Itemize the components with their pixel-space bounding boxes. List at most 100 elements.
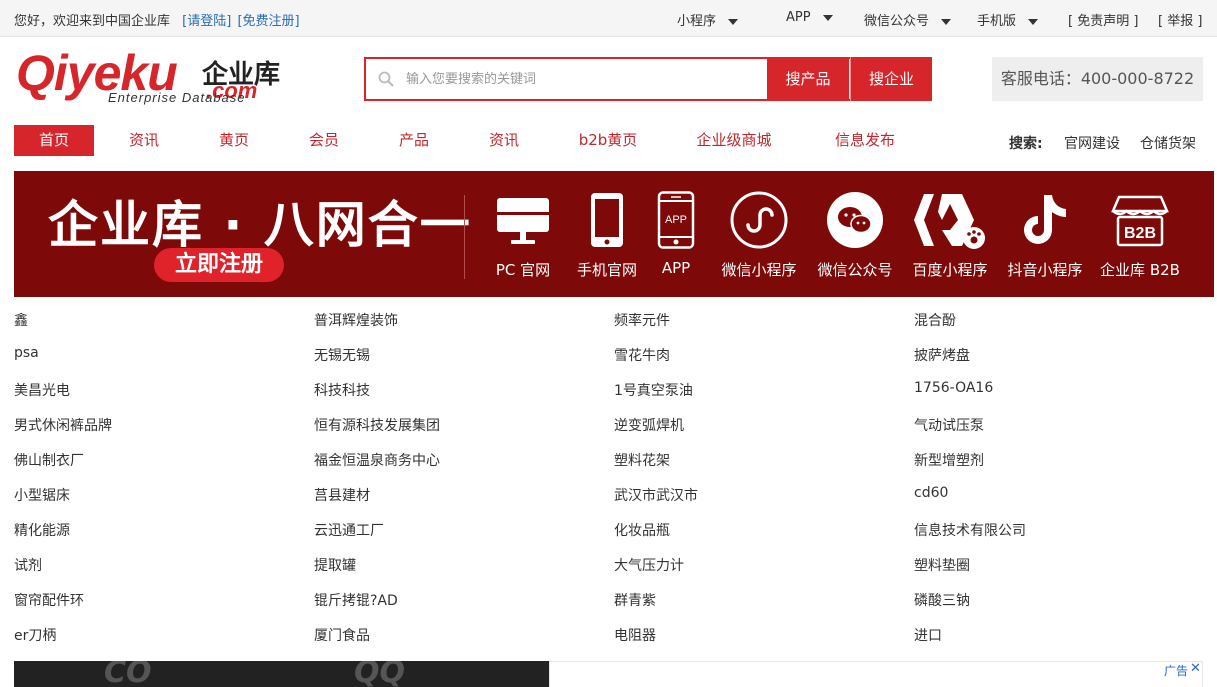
close-icon[interactable]: ✕ xyxy=(1190,661,1201,676)
ad-tag: 广告 xyxy=(1164,664,1189,678)
keyword-link[interactable]: 磷酸三钠 xyxy=(914,590,970,610)
login-link[interactable]: [请登陆] xyxy=(182,14,231,29)
keyword-link[interactable]: 逆变弧焊机 xyxy=(614,415,684,435)
keyword-link[interactable]: 普洱辉煌装饰 xyxy=(314,310,398,330)
keyword-link[interactable]: 雪花牛肉 xyxy=(614,345,670,365)
search-product-button[interactable]: 搜产品 xyxy=(767,57,849,101)
wechat-menu-label: 微信公众号 xyxy=(864,14,930,29)
keyword-link[interactable]: 试剂 xyxy=(14,555,42,575)
banner-register-button[interactable]: 立即注册 xyxy=(154,248,284,282)
keyword-link[interactable]: 莒县建材 xyxy=(314,485,370,505)
search-icon xyxy=(378,71,394,87)
keyword-link[interactable]: 武汉市武汉市 xyxy=(614,485,698,505)
keyword-link[interactable]: 频率元件 xyxy=(614,310,670,330)
banner-item-baidu-label: 百度小程序 xyxy=(912,261,988,279)
keyword-link[interactable]: 信息技术有限公司 xyxy=(914,520,1026,540)
keyword-link[interactable]: 化妆品瓶 xyxy=(614,520,670,540)
nav-item-news-2[interactable]: 资讯 xyxy=(464,125,544,156)
nav-item-home[interactable]: 首页 xyxy=(14,125,94,156)
banner-item-b2b[interactable]: B2B 企业库 B2B xyxy=(1095,189,1185,280)
nav-item-publish[interactable]: 信息发布 xyxy=(820,125,910,156)
welcome-text: 您好，欢迎来到中国企业库 [请登陆] [免费注册] xyxy=(14,10,300,29)
ad-watermark: QQ xyxy=(354,661,406,687)
keyword-link[interactable]: 进口 xyxy=(914,625,942,645)
keyword-link[interactable]: 无锡无锡 xyxy=(314,345,370,365)
keyword-link[interactable]: 小型锯床 xyxy=(14,485,70,505)
keyword-link[interactable]: 厦门食品 xyxy=(314,625,370,645)
nav-item-news[interactable]: 资讯 xyxy=(104,125,184,156)
keyword-link[interactable]: 提取罐 xyxy=(314,555,356,575)
search-input[interactable] xyxy=(406,67,756,91)
nav-item-products[interactable]: 产品 xyxy=(374,125,454,156)
miniprogram-menu-label: 小程序 xyxy=(677,14,717,29)
search-company-button[interactable]: 搜企业 xyxy=(850,57,932,101)
nav-item-enterprise-mall[interactable]: 企业级商城 xyxy=(684,125,784,156)
banner-item-douyin[interactable]: 抖音小程序 xyxy=(1000,189,1090,280)
banner-item-baidu[interactable]: 百度小程序 xyxy=(905,189,995,280)
monitor-icon xyxy=(497,198,549,244)
keyword-link[interactable]: 塑料花架 xyxy=(614,450,670,470)
svg-text:APP: APP xyxy=(665,214,687,226)
keyword-link[interactable]: 锟斤拷锟?AD xyxy=(314,590,398,610)
banner-item-wechat-label: 微信公众号 xyxy=(817,261,893,279)
register-link[interactable]: [免费注册] xyxy=(237,14,299,29)
service-phone: 客服电话：400-000-8722 xyxy=(992,57,1203,101)
keyword-link[interactable]: 鑫 xyxy=(14,310,28,330)
chevron-down-icon xyxy=(728,18,739,25)
douyin-icon xyxy=(1024,195,1066,244)
keyword-link[interactable]: er刀柄 xyxy=(14,625,56,645)
nav-link-website[interactable]: 官网建设 xyxy=(1064,133,1120,153)
svg-text:B2B: B2B xyxy=(1124,225,1156,242)
keyword-link[interactable]: 男式休闲裤品牌 xyxy=(14,415,112,435)
report-link[interactable]: [ 举报 ] xyxy=(1158,10,1202,29)
disclaimer-link[interactable]: [ 免责声明 ] xyxy=(1068,10,1138,29)
miniprogram-menu[interactable]: 小程序 xyxy=(677,10,739,29)
banner-headline: 企业库 · 八网合一 xyxy=(48,196,472,254)
banner-item-pc-label: PC 官网 xyxy=(495,261,551,279)
banner-item-app[interactable]: APP APP xyxy=(631,189,721,277)
keyword-link[interactable]: 科技科技 xyxy=(314,380,370,400)
site-logo[interactable]: Qiyeku 企业库 .com Enterprise Database xyxy=(16,45,288,108)
keyword-link[interactable]: 窗帘配件环 xyxy=(14,590,84,610)
keyword-link[interactable]: 美昌光电 xyxy=(14,380,70,400)
keyword-link[interactable]: 大气压力计 xyxy=(614,555,684,575)
keyword-link[interactable]: 福金恒温泉商务中心 xyxy=(314,450,440,470)
keyword-link[interactable]: psa xyxy=(14,345,39,361)
wechat-icon xyxy=(827,192,883,248)
keyword-link[interactable]: 气动试压泵 xyxy=(914,415,984,435)
wechat-menu[interactable]: 微信公众号 xyxy=(864,10,952,29)
app-menu[interactable]: APP xyxy=(786,10,833,25)
keyword-link[interactable]: 1756-OA16 xyxy=(914,380,993,396)
nav-search-label: 搜索: xyxy=(1009,133,1043,153)
nav-item-yellowpages[interactable]: 黄页 xyxy=(194,125,274,156)
phone-icon xyxy=(591,193,623,247)
banner-item-miniprogram[interactable]: 微信小程序 xyxy=(714,189,804,280)
keyword-link[interactable]: 披萨烤盘 xyxy=(914,345,970,365)
nav-link-shelves[interactable]: 仓储货架 xyxy=(1140,133,1196,153)
keyword-link[interactable]: 新型增塑剂 xyxy=(914,450,984,470)
b2b-icon: B2B xyxy=(1111,195,1169,247)
banner-item-pc[interactable]: PC 官网 xyxy=(478,189,568,280)
banner-item-wechat[interactable]: 微信公众号 xyxy=(810,189,900,280)
chevron-down-icon xyxy=(822,14,833,21)
top-bar: 您好，欢迎来到中国企业库 [请登陆] [免费注册] 小程序 APP 微信公众号 … xyxy=(0,0,1217,37)
mobile-menu[interactable]: 手机版 xyxy=(977,10,1039,29)
keyword-link[interactable]: 混合酚 xyxy=(914,310,956,330)
mobile-menu-label: 手机版 xyxy=(977,14,1017,29)
keyword-link[interactable]: 佛山制衣厂 xyxy=(14,450,84,470)
keyword-link[interactable]: 电阻器 xyxy=(614,625,656,645)
keyword-link[interactable]: 云迅通工厂 xyxy=(314,520,384,540)
keyword-link[interactable]: 塑料垫圈 xyxy=(914,555,970,575)
ad-image[interactable]: CO QQ xyxy=(14,661,549,687)
app-icon: APP xyxy=(657,191,695,249)
chevron-down-icon xyxy=(1028,18,1039,25)
keyword-link[interactable]: cd60 xyxy=(914,485,948,501)
app-menu-label: APP xyxy=(786,10,811,25)
nav-item-b2b-yellowpages[interactable]: b2b黄页 xyxy=(564,125,652,156)
keyword-link[interactable]: 恒有源科技发展集团 xyxy=(314,415,440,435)
keyword-link[interactable]: 精化能源 xyxy=(14,520,70,540)
nav-item-members[interactable]: 会员 xyxy=(284,125,364,156)
keyword-link[interactable]: 1号真空泵油 xyxy=(614,380,693,400)
promo-banner[interactable]: 企业库 · 八网合一 立即注册 PC 官网 手机官网 APP APP 微信小程序… xyxy=(14,171,1214,297)
keyword-link[interactable]: 群青紫 xyxy=(614,590,656,610)
